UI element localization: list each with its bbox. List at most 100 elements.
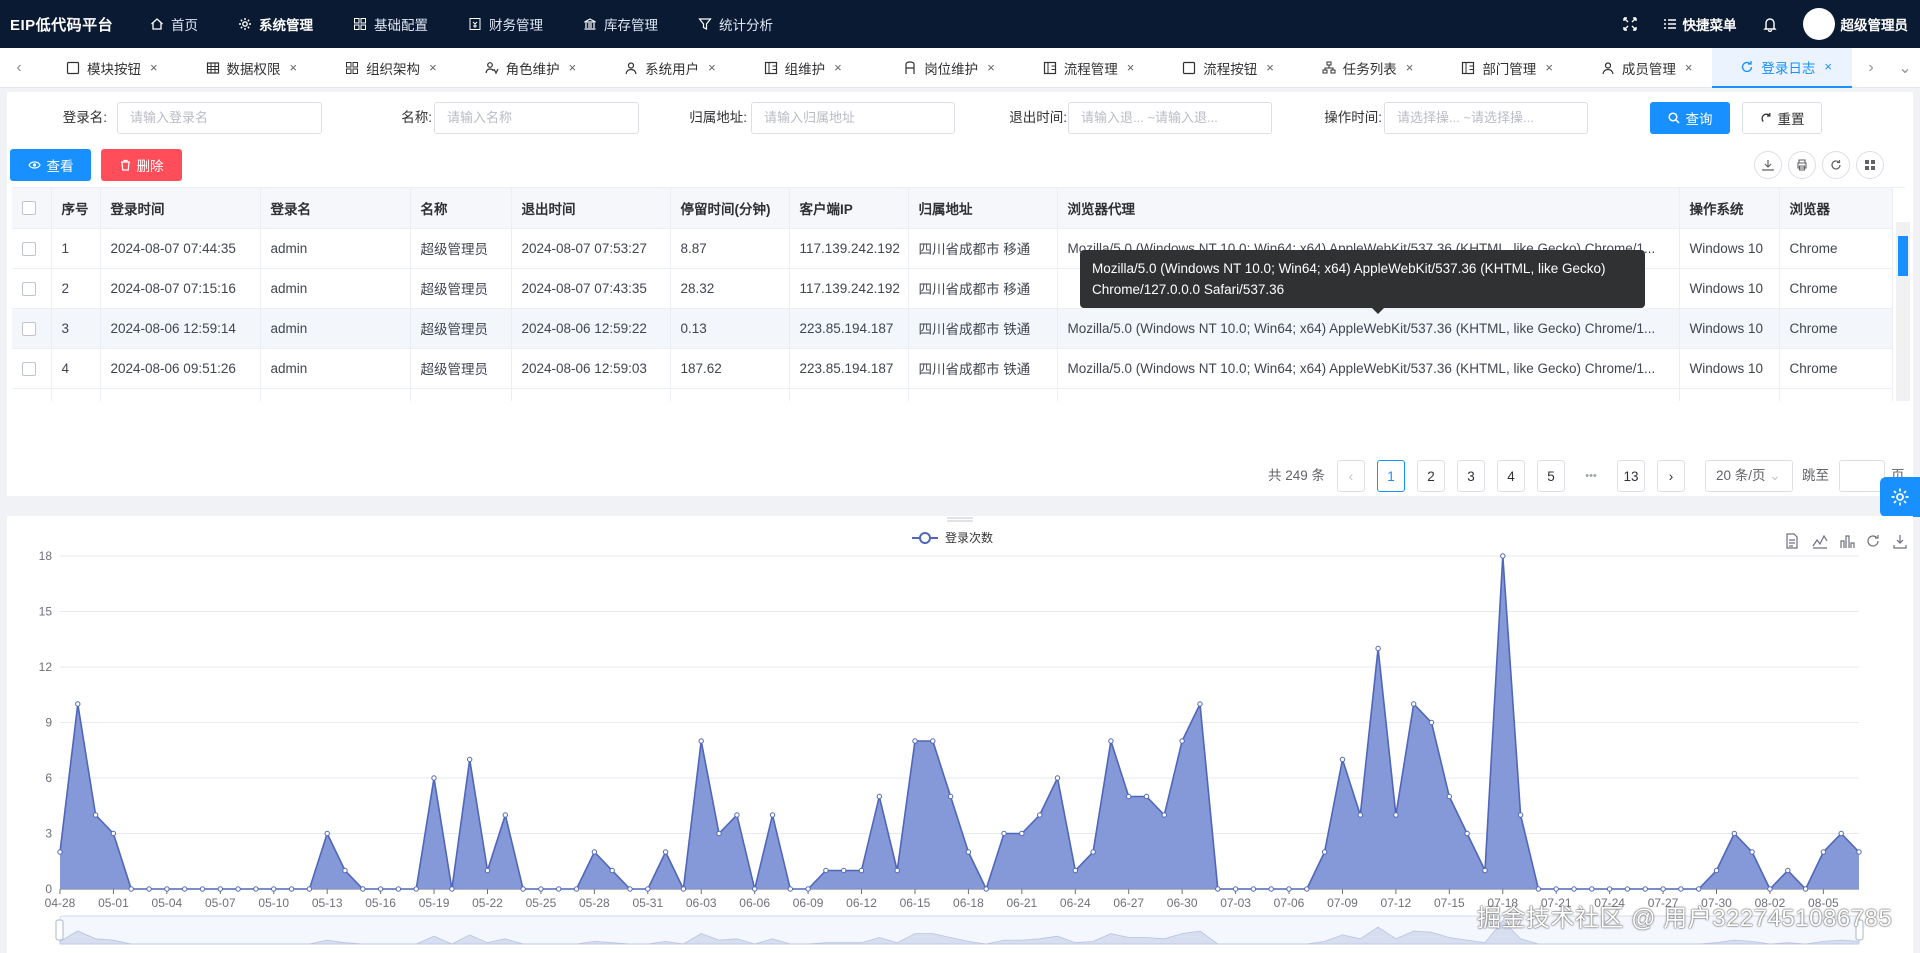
close-icon[interactable]: × bbox=[1127, 60, 1135, 75]
page-0[interactable]: 1 bbox=[1377, 460, 1405, 492]
data-point[interactable] bbox=[110, 830, 117, 837]
column-header[interactable]: 浏览器 bbox=[1779, 188, 1893, 229]
fullscreen-icon[interactable] bbox=[1622, 17, 1637, 31]
op-time-range[interactable]: 请选择操... ~请选择操... bbox=[1384, 102, 1588, 134]
data-point[interactable] bbox=[484, 867, 491, 874]
data-point[interactable] bbox=[1375, 645, 1381, 652]
data-point[interactable] bbox=[1535, 886, 1542, 892]
data-point[interactable] bbox=[858, 867, 865, 874]
data-point[interactable] bbox=[306, 886, 313, 892]
table-row[interactable]: 52024-08-06 09:50:29admin超级管理员2024-08-06… bbox=[12, 388, 1893, 401]
select-all-checkbox[interactable] bbox=[12, 188, 52, 229]
data-point[interactable] bbox=[1660, 886, 1666, 892]
page-last[interactable]: 13 bbox=[1617, 460, 1645, 492]
data-point[interactable] bbox=[377, 886, 384, 892]
topnav-item-1[interactable]: 系统管理 bbox=[218, 0, 333, 48]
data-point[interactable] bbox=[342, 867, 348, 874]
delete-button[interactable]: 删除 bbox=[101, 149, 182, 181]
data-point[interactable] bbox=[1268, 886, 1274, 892]
data-point[interactable] bbox=[1090, 849, 1096, 855]
data-point[interactable] bbox=[128, 886, 134, 892]
data-point[interactable] bbox=[1820, 849, 1827, 855]
legend-label[interactable]: 登录次数 bbox=[945, 530, 993, 545]
view-button[interactable]: 查看 bbox=[10, 149, 91, 181]
row-checkbox[interactable] bbox=[22, 241, 36, 256]
query-button[interactable]: 查询 bbox=[1650, 102, 1730, 134]
data-point[interactable] bbox=[57, 849, 63, 855]
print-icon[interactable] bbox=[1788, 151, 1816, 179]
tab-1[interactable]: 数据权限 × bbox=[178, 48, 318, 88]
line-chart-icon[interactable] bbox=[1812, 534, 1828, 549]
data-point[interactable] bbox=[1785, 867, 1791, 874]
data-point[interactable] bbox=[1571, 886, 1577, 892]
next-page-icon[interactable]: › bbox=[1657, 460, 1685, 492]
data-point[interactable] bbox=[288, 886, 295, 892]
page-4[interactable]: 5 bbox=[1537, 460, 1565, 492]
data-point[interactable] bbox=[556, 886, 562, 892]
tab-8[interactable]: 流程按钮 × bbox=[1154, 48, 1294, 88]
bell-icon[interactable] bbox=[1762, 17, 1777, 32]
data-point[interactable] bbox=[1232, 886, 1239, 892]
data-point[interactable] bbox=[1713, 867, 1720, 874]
data-point[interactable] bbox=[1500, 553, 1506, 559]
data-point[interactable] bbox=[662, 849, 669, 855]
column-header[interactable]: 归属地址 bbox=[908, 188, 1058, 229]
data-point[interactable] bbox=[1553, 886, 1559, 892]
address-input[interactable]: 请输入归属地址 bbox=[751, 102, 955, 134]
close-icon[interactable]: × bbox=[1545, 60, 1553, 75]
refresh-icon[interactable] bbox=[1822, 151, 1850, 179]
close-icon[interactable]: × bbox=[569, 60, 577, 75]
tab-11[interactable]: 成员管理 × bbox=[1573, 48, 1713, 88]
data-point[interactable] bbox=[698, 738, 704, 744]
data-point[interactable] bbox=[1001, 830, 1007, 837]
page-ellipsis[interactable]: ••• bbox=[1577, 460, 1605, 492]
data-point[interactable] bbox=[1802, 886, 1809, 892]
data-point[interactable] bbox=[502, 812, 508, 818]
data-point[interactable] bbox=[752, 886, 758, 892]
data-point[interactable] bbox=[1678, 886, 1684, 892]
data-point[interactable] bbox=[1606, 886, 1613, 892]
data-point[interactable] bbox=[841, 867, 847, 874]
row-checkbox[interactable] bbox=[22, 361, 36, 376]
data-point[interactable] bbox=[1126, 793, 1132, 800]
close-icon[interactable]: × bbox=[834, 60, 842, 75]
data-point[interactable] bbox=[1250, 886, 1257, 892]
data-point[interactable] bbox=[965, 849, 972, 855]
login-name-input[interactable]: 请输入登录名 bbox=[117, 102, 322, 134]
data-point[interactable] bbox=[1642, 886, 1649, 892]
data-point[interactable] bbox=[360, 886, 366, 892]
tab-12[interactable]: 登录日志 × bbox=[1712, 47, 1852, 88]
quick-menu-button[interactable]: 快捷菜单 bbox=[1663, 14, 1737, 34]
data-point[interactable] bbox=[217, 886, 224, 892]
tab-4[interactable]: 系统用户 × bbox=[596, 48, 736, 88]
page-3[interactable]: 4 bbox=[1497, 460, 1525, 492]
data-point[interactable] bbox=[1731, 830, 1738, 837]
table-row[interactable]: 4 2024-08-06 09:51:26 admin 超级管理员 2024-08-06… bbox=[12, 348, 1893, 389]
data-point[interactable] bbox=[1393, 812, 1399, 818]
data-point[interactable] bbox=[983, 886, 989, 892]
row-checkbox[interactable] bbox=[22, 281, 36, 296]
data-point[interactable] bbox=[645, 886, 651, 892]
data-point[interactable] bbox=[324, 830, 330, 837]
topnav-item-3[interactable]: 财务管理 bbox=[448, 0, 563, 48]
data-point[interactable] bbox=[538, 886, 544, 892]
column-header[interactable]: 停留时间(分钟) bbox=[670, 188, 790, 229]
data-point[interactable] bbox=[1589, 886, 1595, 892]
column-header[interactable]: 序号 bbox=[51, 188, 101, 229]
table-row[interactable]: 3 2024-08-06 12:59:14 admin 超级管理员 2024-08-06… bbox=[12, 308, 1893, 349]
columns-icon[interactable] bbox=[1856, 151, 1884, 179]
tabs-scroll-left-icon[interactable]: ‹ bbox=[0, 48, 38, 88]
data-point[interactable] bbox=[1749, 849, 1755, 855]
data-point[interactable] bbox=[805, 886, 811, 892]
tab-2[interactable]: 组织架构 × bbox=[317, 48, 457, 88]
legend-marker[interactable] bbox=[919, 532, 931, 544]
data-point[interactable] bbox=[1019, 830, 1025, 837]
data-point[interactable] bbox=[1161, 812, 1168, 818]
bar-chart-icon[interactable] bbox=[1840, 535, 1855, 548]
tab-6[interactable]: 岗位维护 × bbox=[875, 48, 1015, 88]
column-header[interactable]: 客户端IP bbox=[789, 188, 909, 229]
close-icon[interactable]: × bbox=[150, 60, 158, 75]
column-header[interactable]: 操作系统 bbox=[1679, 188, 1780, 229]
data-point[interactable] bbox=[92, 812, 99, 818]
data-point[interactable] bbox=[395, 886, 402, 892]
